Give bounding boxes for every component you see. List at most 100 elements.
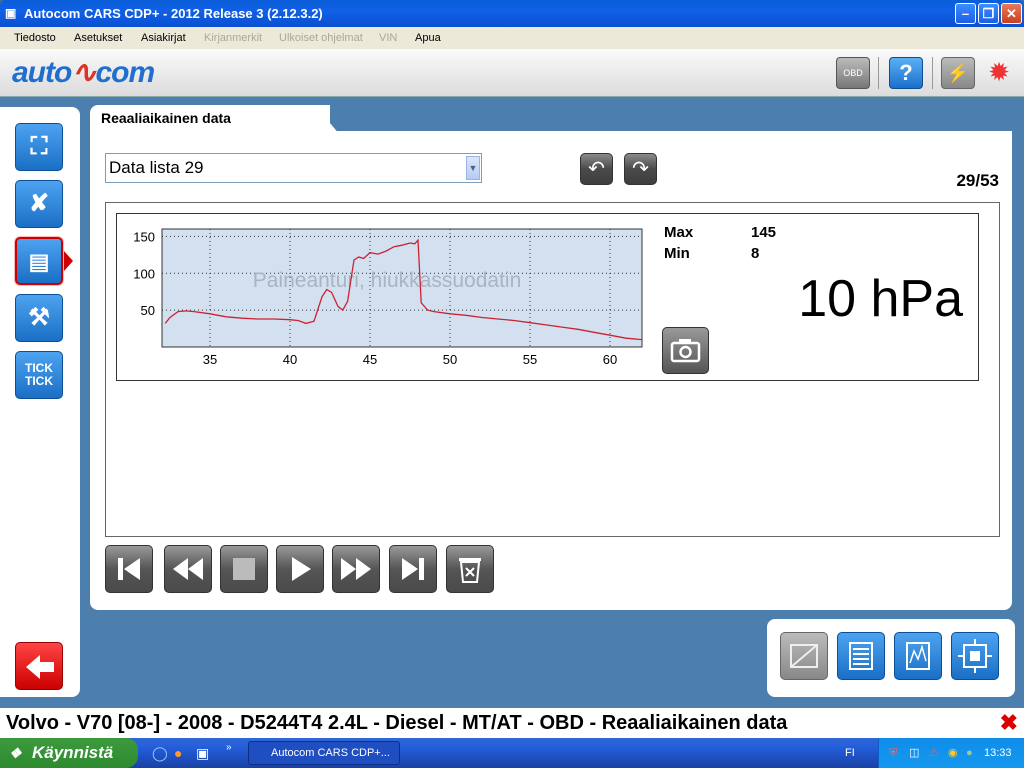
- pressure-chart: 35 40 45 50 55 60 50 100 150 Paineanturi, hiukkas…: [133, 228, 643, 367]
- close-vehicle-icon[interactable]: ✖: [1000, 708, 1018, 738]
- taskbar-autocom-item[interactable]: Autocom CARS CDP+...: [248, 741, 400, 765]
- fast-forward-icon: [341, 558, 371, 580]
- y-tick-label: 100: [133, 266, 155, 281]
- x-tick-label: 55: [523, 352, 537, 367]
- alert-icon[interactable]: ⚠: [929, 738, 939, 768]
- quicklaunch-more-icon[interactable]: »: [226, 742, 232, 753]
- nav-engine-off-icon[interactable]: ✘: [15, 180, 63, 228]
- back-button[interactable]: [15, 642, 63, 690]
- list-view-button[interactable]: [837, 632, 885, 680]
- rewind-icon: [173, 558, 203, 580]
- menu-item-vin: VIN: [379, 32, 398, 44]
- autocom-logo: auto∿com: [12, 55, 155, 90]
- header-divider-2: [932, 57, 933, 89]
- main-panel: Data lista 29 ▼ ↶ ↷ 29/53 35 40 45 50 55 60 50…: [90, 131, 1012, 610]
- menu-item-tiedosto[interactable]: Tiedosto: [14, 27, 56, 49]
- menu-item-ulkoiset-ohjelmat: Ulkoiset ohjelmat: [279, 32, 363, 44]
- chart-title: Paineanturi, hiukkassuodatin: [253, 269, 522, 292]
- ie-icon[interactable]: ◯: [152, 745, 168, 762]
- windows-flag-icon: ❖: [9, 745, 22, 761]
- skip-start-icon: [118, 558, 140, 580]
- nav-engine-icon[interactable]: ⛶: [15, 123, 63, 171]
- start-button[interactable]: ❖ Käynnistä: [0, 738, 138, 768]
- current-value: 10 hPa: [798, 270, 963, 328]
- nav-tick-tick-button[interactable]: TICK TICK: [15, 351, 63, 399]
- system-tray: ⛨ ◫ ⚠ ◉ ● 13:33: [878, 738, 1024, 768]
- component-icon: [958, 639, 992, 673]
- menu-bar: Tiedosto Asetukset Asiakirjat Kirjanmerk…: [0, 27, 1024, 49]
- clear-data-button[interactable]: [446, 545, 494, 593]
- menu-item-asetukset[interactable]: Asetukset: [74, 27, 122, 49]
- obd-icon[interactable]: OBD: [836, 57, 870, 89]
- clock[interactable]: 13:33: [984, 738, 1012, 768]
- firefox-icon[interactable]: ●: [174, 745, 182, 761]
- back-arrow-icon: [26, 655, 54, 679]
- arrow-right-icon: ↷: [632, 158, 649, 180]
- fast-forward-button[interactable]: [332, 545, 380, 593]
- nav-tools-icon[interactable]: ⚒: [15, 294, 63, 342]
- menu-item-kirjanmerkit: Kirjanmerkit: [204, 32, 263, 44]
- tab-slope: [300, 105, 360, 133]
- close-button[interactable]: ✕: [1001, 3, 1022, 24]
- active-nav-arrow: [64, 251, 73, 271]
- header-divider: [878, 57, 879, 89]
- list-icon: [849, 642, 873, 670]
- snapshot-button[interactable]: [662, 327, 709, 374]
- camera-icon: [670, 339, 701, 363]
- help-icon[interactable]: ?: [889, 57, 923, 89]
- logo-text-com: com: [95, 56, 155, 89]
- y-tick-label: 50: [141, 303, 155, 318]
- app-header: auto∿com OBD ? ⚡ ✹: [0, 49, 1024, 97]
- next-list-button[interactable]: ↷: [624, 153, 657, 185]
- nav-realtime-data-icon[interactable]: ▤: [15, 237, 63, 285]
- start-label: Käynnistä: [32, 743, 114, 762]
- arrow-left-icon: ↶: [588, 158, 605, 180]
- car-app-icon: ▣: [5, 6, 17, 20]
- chevron-down-icon[interactable]: ▼: [466, 156, 480, 180]
- menu-item-asiakirjat[interactable]: Asiakirjat: [141, 27, 186, 49]
- data-list-select[interactable]: Data lista 29 ▼: [105, 153, 482, 183]
- quicklaunch-icon[interactable]: ▣: [196, 745, 209, 762]
- previous-list-button[interactable]: ↶: [580, 153, 613, 185]
- vehicle-status-text: Volvo - V70 [08-] - 2008 - D5244T4 2.4L …: [6, 712, 788, 734]
- menu-item-apua[interactable]: Apua: [415, 27, 441, 49]
- maximize-button[interactable]: ❐: [978, 3, 999, 24]
- minimize-button[interactable]: –: [955, 3, 976, 24]
- bottom-action-panel: [767, 619, 1015, 697]
- chrome-icon[interactable]: ◉: [948, 738, 958, 768]
- app-body: ⛶ ✘ ▤ ⚒ TICK TICK Reaaliaikainen data Dat…: [0, 97, 1024, 708]
- play-icon: [292, 557, 311, 581]
- obd-badge-text: OBD: [843, 68, 863, 78]
- x-tick-label: 35: [203, 352, 217, 367]
- rewind-button[interactable]: [164, 545, 212, 593]
- logo-wave: ∿: [71, 56, 96, 89]
- play-button[interactable]: [276, 545, 324, 593]
- stop-icon: [233, 558, 255, 580]
- max-label: Max: [664, 224, 694, 241]
- shield-icon[interactable]: ⛨: [889, 738, 897, 768]
- status-bar: Volvo - V70 [08-] - 2008 - D5244T4 2.4L …: [0, 708, 1024, 738]
- logo-text-auto: auto: [12, 56, 72, 89]
- graph-view-button[interactable]: [894, 632, 942, 680]
- trash-icon: [459, 558, 481, 583]
- save-icon: [790, 644, 818, 668]
- network-icon[interactable]: ◫: [909, 738, 919, 768]
- component-test-button[interactable]: [951, 632, 999, 680]
- min-label: Min: [664, 245, 690, 262]
- stop-button[interactable]: [220, 545, 268, 593]
- taskbar-item-label: Autocom CARS CDP+...: [271, 747, 390, 759]
- battery-icon: ⚡: [941, 57, 975, 89]
- tab-realtime-data[interactable]: Reaaliaikainen data: [90, 105, 330, 133]
- skip-end-icon: [402, 558, 424, 580]
- skip-to-end-button[interactable]: [389, 545, 437, 593]
- app-window: ▣ Autocom CARS CDP+ - 2012 Release 3 (2.…: [0, 0, 1024, 768]
- language-indicator[interactable]: FI: [845, 738, 855, 768]
- chart-box: 35 40 45 50 55 60 50 100 150 Paineanturi, hiukkas…: [116, 213, 979, 381]
- title-bar: ▣ Autocom CARS CDP+ - 2012 Release 3 (2.…: [0, 0, 1024, 27]
- data-area: 35 40 45 50 55 60 50 100 150 Paineanturi, hiukkas…: [105, 202, 1000, 537]
- connection-spinner-icon: ✹: [988, 57, 1010, 87]
- usb-icon[interactable]: ●: [966, 738, 973, 768]
- skip-to-start-button[interactable]: [105, 545, 153, 593]
- windows-taskbar: ❖ Käynnistä ◯ ● ▣ » Autocom CARS CDP+... …: [0, 738, 1024, 768]
- x-tick-label: 40: [283, 352, 297, 367]
